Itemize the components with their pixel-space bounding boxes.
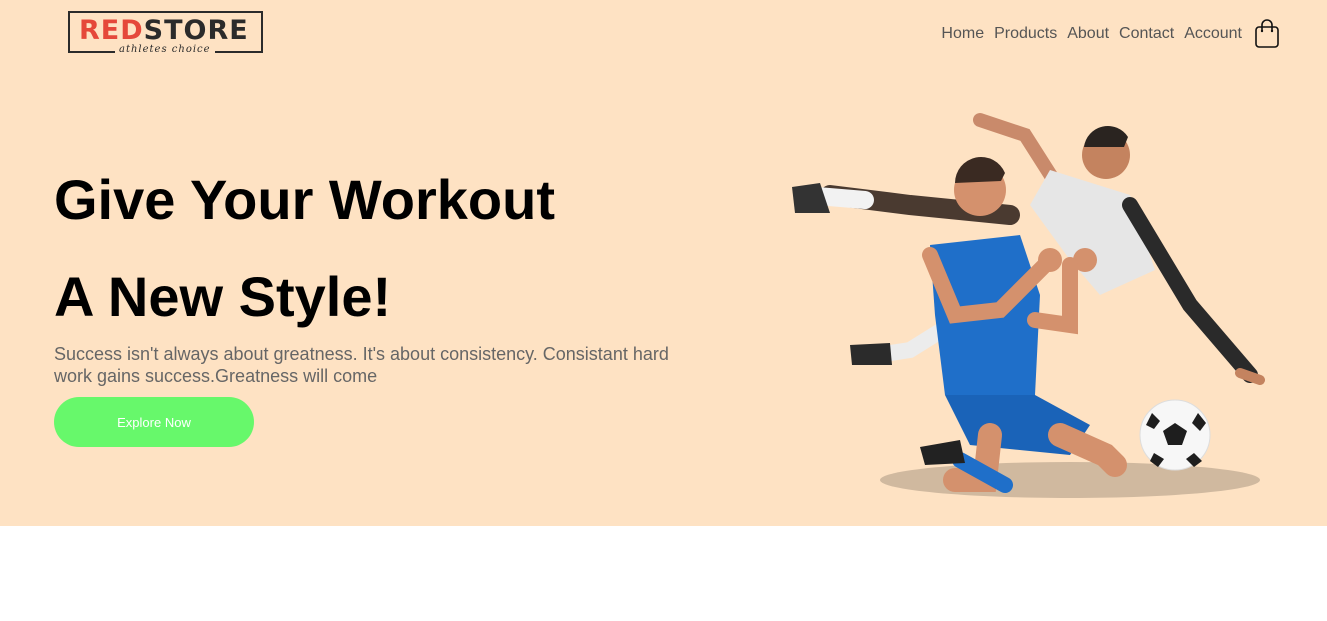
nav-home[interactable]: Home	[941, 25, 984, 43]
nav-about[interactable]: About	[1067, 25, 1109, 43]
logo-dark-text: STORE	[143, 15, 249, 46]
hero-subtitle: Success isn't always about greatness. It…	[54, 344, 669, 386]
hero-section: REDSTORE athletes choice Home Products A…	[0, 0, 1327, 526]
explore-now-button[interactable]: Explore Now	[54, 397, 254, 447]
hero-title-line2: A New Style!	[54, 265, 392, 328]
logo-tagline: athletes choice	[115, 44, 215, 56]
nav-account[interactable]: Account	[1184, 25, 1242, 43]
nav-products[interactable]: Products	[994, 25, 1057, 43]
football-players-image	[770, 95, 1290, 505]
nav-contact[interactable]: Contact	[1119, 25, 1174, 43]
logo-red-text: RED	[79, 15, 144, 46]
shopping-bag-icon[interactable]	[1254, 18, 1280, 49]
hero-title-line1: Give Your Workout	[54, 168, 555, 231]
main-nav: Home Products About Contact Account	[941, 25, 1242, 43]
logo-wordmark: REDSTORE	[79, 16, 249, 46]
store-logo[interactable]: REDSTORE athletes choice	[68, 11, 263, 56]
